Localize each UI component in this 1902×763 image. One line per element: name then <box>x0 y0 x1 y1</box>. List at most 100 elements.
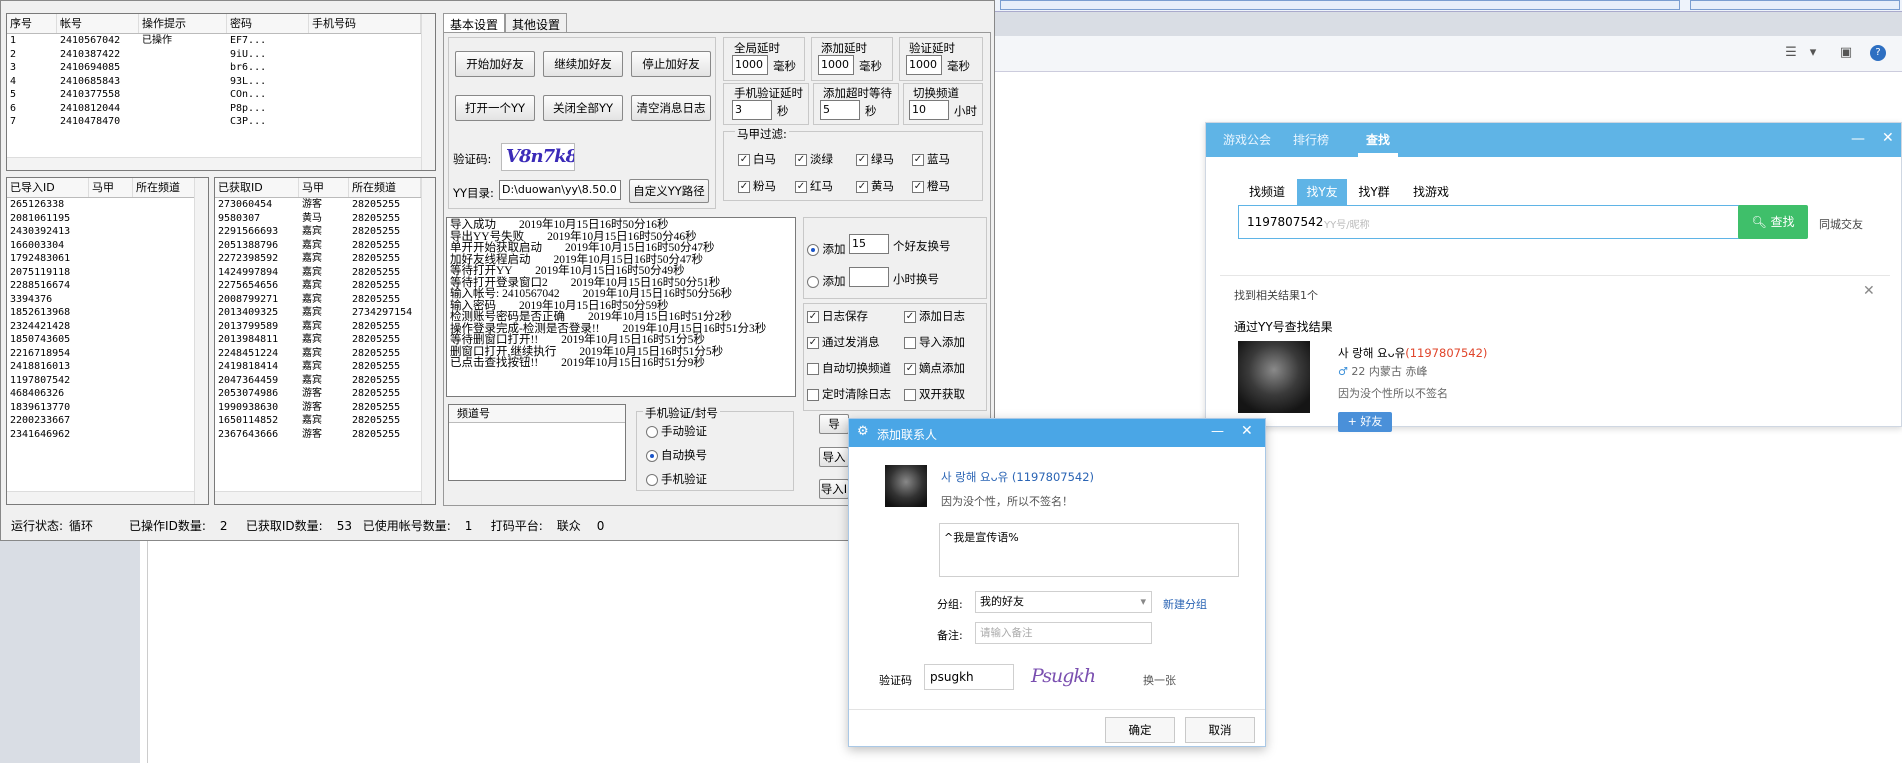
browser-tab[interactable] <box>1690 0 1900 10</box>
table-row[interactable]: 2324421428 <box>7 320 208 334</box>
table-row[interactable]: 6 2410812044 P8p... <box>7 102 435 116</box>
table-row[interactable]: 2051388796 嘉宾 28205255 <box>215 239 435 253</box>
table-row[interactable]: 166003304 <box>7 239 208 253</box>
table-row[interactable]: 2008799271 嘉宾 28205255 <box>215 293 435 307</box>
table-row[interactable]: 1197807542 <box>7 374 208 388</box>
global-delay-input[interactable]: 1000 <box>732 55 768 75</box>
table-row[interactable]: 2248451224 嘉宾 28205255 <box>215 347 435 361</box>
table-row[interactable]: 3394376 <box>7 293 208 307</box>
group-select[interactable]: 我的好友 ▾ <box>975 591 1152 613</box>
table-row[interactable]: 2013984811 嘉宾 28205255 <box>215 333 435 347</box>
minimize-icon[interactable]: — <box>1211 424 1224 439</box>
tab-other-settings[interactable]: 其他设置 <box>505 13 568 33</box>
table-row[interactable]: 2047364459 嘉宾 28205255 <box>215 374 435 388</box>
horizontal-scrollbar[interactable] <box>7 491 194 504</box>
option-checkbox[interactable]: ✓ 通过发消息 <box>807 334 880 350</box>
subtab-find-friend[interactable]: 找Y友 <box>1297 179 1347 205</box>
channel-list[interactable]: 频道号 <box>448 404 626 481</box>
result-name[interactable]: 사 랑해 요ᴗ유(1197807542) <box>1338 345 1487 361</box>
table-row[interactable]: 2418816013 <box>7 360 208 374</box>
table-row[interactable]: 5 2410377558 COn... <box>7 88 435 102</box>
filter-checkbox[interactable]: ✓ 黄马 <box>856 178 894 194</box>
table-row[interactable]: 1852613968 <box>7 306 208 320</box>
subtab-find-game[interactable]: 找游戏 <box>1406 179 1456 205</box>
filter-checkbox[interactable]: ✓ 橙马 <box>912 178 950 194</box>
table-row[interactable]: 2288516674 <box>7 279 208 293</box>
custom-yy-path-button[interactable]: 自定义YY路径 <box>629 179 709 203</box>
table-row[interactable]: 2430392413 <box>7 225 208 239</box>
minimize-icon[interactable]: — <box>1851 131 1865 147</box>
table-row[interactable]: 1839613770 <box>7 401 208 415</box>
table-row[interactable]: 1424997894 嘉宾 28205255 <box>215 266 435 280</box>
captcha-input[interactable]: psugkh <box>924 664 1014 690</box>
table-row[interactable]: 2291566693 嘉宾 28205255 <box>215 225 435 239</box>
cancel-button[interactable]: 取消 <box>1185 717 1255 743</box>
subtab-find-channel[interactable]: 找频道 <box>1246 179 1288 205</box>
message-log[interactable]: 导入成功 2019年10月15日16时50分16秒 导出YY号失败 2019年10… <box>446 217 796 397</box>
browser-tab[interactable] <box>1000 0 1680 10</box>
option-checkbox[interactable]: ✓ 嫡点添加 <box>904 360 965 376</box>
add-delay-input[interactable]: 1000 <box>818 55 854 75</box>
table-row[interactable]: 1850743605 <box>7 333 208 347</box>
filter-checkbox[interactable]: ✓ 红马 <box>795 178 833 194</box>
table-row[interactable]: 1650114852 嘉宾 28205255 <box>215 414 435 428</box>
close-icon[interactable]: ✕ <box>1882 130 1894 146</box>
filter-checkbox[interactable]: ✓ 粉马 <box>738 178 776 194</box>
phone-radio[interactable]: 自动换号 <box>646 447 707 463</box>
table-row[interactable]: 2075119118 <box>7 266 208 280</box>
account-table[interactable]: 序号 帐号 操作提示 密码 手机号码 1 2410567042 已操作 EF7... 2… <box>6 13 436 171</box>
subtab-find-group[interactable]: 找Y群 <box>1354 179 1394 205</box>
vertical-scrollbar[interactable] <box>194 178 208 504</box>
stop-add-friends-button[interactable]: 停止加好友 <box>631 51 711 77</box>
option-checkbox[interactable]: 自动切换频道 <box>807 360 891 376</box>
table-row[interactable]: 2367643666 游客 28205255 <box>215 428 435 442</box>
add-hours-radio[interactable]: 添加 <box>807 273 846 289</box>
table-row[interactable]: 2013409325 嘉宾 2734297154 <box>215 306 435 320</box>
vertical-scrollbar[interactable] <box>421 178 435 504</box>
table-row[interactable]: 1792483061 <box>7 252 208 266</box>
table-row[interactable]: 1 2410567042 已操作 EF7... <box>7 34 435 48</box>
result-avatar[interactable] <box>1238 341 1310 413</box>
close-icon[interactable]: ✕ <box>1241 423 1253 439</box>
tab-basic-settings[interactable]: 基本设置 <box>443 13 506 33</box>
phone-delay-input[interactable]: 3 <box>732 100 772 120</box>
start-add-friends-button[interactable]: 开始加好友 <box>455 51 535 77</box>
clear-log-button[interactable]: 清空消息日志 <box>631 95 711 121</box>
table-row[interactable]: 4 2410685843 93L... <box>7 75 435 89</box>
close-results-icon[interactable]: ✕ <box>1863 283 1875 299</box>
friend-count-input[interactable]: 15 <box>849 234 889 254</box>
option-checkbox[interactable]: ✓ 日志保存 <box>807 308 868 324</box>
phone-radio[interactable]: 手动验证 <box>646 423 707 439</box>
verify-delay-input[interactable]: 1000 <box>906 55 942 75</box>
new-group-link[interactable]: 新建分组 <box>1163 596 1207 612</box>
captcha-image[interactable]: Psugkh <box>1031 662 1111 692</box>
option-checkbox[interactable]: ✓ 添加日志 <box>904 308 965 324</box>
table-row[interactable]: 3 2410694085 br6... <box>7 61 435 75</box>
phone-radio[interactable]: 手机验证 <box>646 471 707 487</box>
list-view-icon[interactable]: ☰ <box>1783 45 1799 61</box>
option-checkbox[interactable]: 双开获取 <box>904 386 965 402</box>
table-row[interactable]: 2341646962 <box>7 428 208 442</box>
panel-icon[interactable]: ▣ <box>1838 45 1854 61</box>
help-icon[interactable]: ? <box>1870 45 1886 61</box>
refresh-captcha-link[interactable]: 换一张 <box>1143 672 1176 688</box>
switch-channel-input[interactable]: 10 <box>909 100 949 120</box>
search-input[interactable]: 1197807542 YY号/昵称 <box>1238 205 1748 239</box>
table-row[interactable]: 2013799589 嘉宾 28205255 <box>215 320 435 334</box>
import-button-1[interactable]: 导 <box>819 414 849 434</box>
import-button-2[interactable]: 导入 <box>819 447 849 467</box>
yy-dir-input[interactable]: D:\duowan\yy\8.50.0 <box>499 180 621 200</box>
table-row[interactable]: 2275654656 嘉宾 28205255 <box>215 279 435 293</box>
nav-search[interactable]: 查找 <box>1366 123 1390 157</box>
filter-checkbox[interactable]: ✓ 淡绿 <box>795 151 833 167</box>
search-button[interactable]: 🔍︎ 查找 <box>1738 205 1808 239</box>
timeout-input[interactable]: 5 <box>820 100 860 120</box>
fetched-id-table[interactable]: 已获取ID 马甲 所在频道 273060454 游客 28205255 9580307… <box>214 177 436 505</box>
table-row[interactable]: 2216718954 <box>7 347 208 361</box>
imported-id-table[interactable]: 已导入ID 马甲 所在频道 265126338 2081061195 2430392… <box>6 177 209 505</box>
table-row[interactable]: 2081061195 <box>7 212 208 226</box>
chevron-down-icon[interactable]: ▾ <box>1805 45 1821 61</box>
table-row[interactable]: 9580307 黄马 28205255 <box>215 212 435 226</box>
nav-ranking[interactable]: 排行榜 <box>1293 123 1329 157</box>
ok-button[interactable]: 确定 <box>1105 717 1175 743</box>
